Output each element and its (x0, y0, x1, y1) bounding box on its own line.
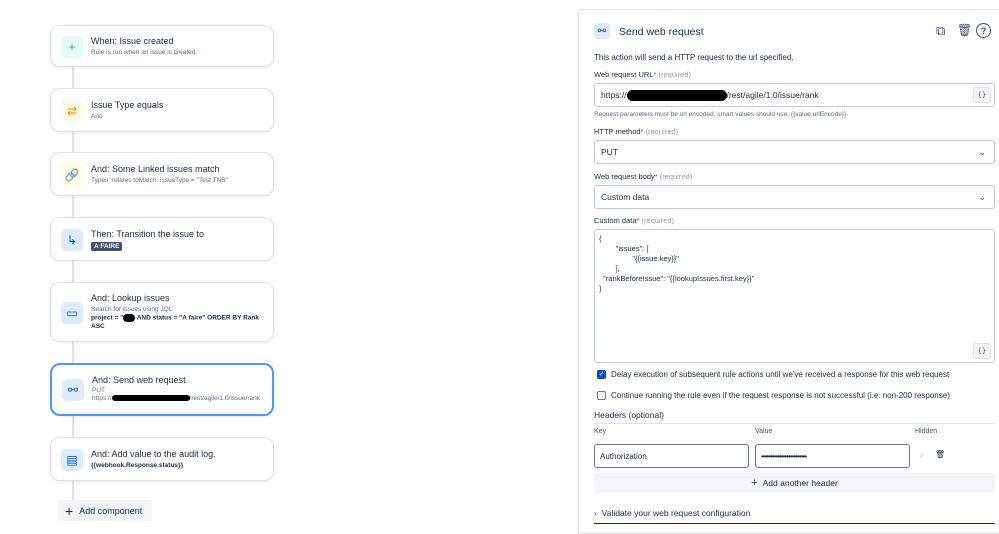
chevron-down-icon: ⌄ (978, 192, 986, 202)
custom-data-label: Custom data* (required) (594, 216, 675, 225)
chevron-down-icon: ⌄ (978, 147, 986, 157)
delete-icon[interactable]: 🗑 (957, 23, 972, 37)
component-title: And: Send web request (92, 375, 186, 385)
method-label: HTTP method* (required) (594, 127, 679, 136)
http-method-select[interactable]: PUT ⌄ (594, 140, 995, 164)
jql-query: project = " AND status = "A faire" ORDER… (91, 314, 260, 330)
headers-title: Headers (optional) (594, 410, 664, 420)
add-header-button[interactable]: + Add another header (594, 473, 995, 493)
header-key-input[interactable]: Authorization (594, 444, 749, 468)
delay-label: Delay execution of subsequent rule actio… (611, 370, 950, 379)
smart-value-button[interactable]: {} (973, 87, 991, 103)
check-icon[interactable]: ✓ (919, 451, 926, 460)
body-select[interactable]: Custom data ⌄ (594, 185, 995, 209)
code-line: } (599, 284, 602, 293)
component-subtitle: Ano (91, 113, 103, 120)
component-title: And: Some Linked issues match (91, 164, 220, 174)
redaction (626, 89, 727, 101)
copy-icon[interactable]: ⧉ (936, 23, 945, 39)
code-line: ], (599, 264, 620, 273)
add-header-label: Add another header (762, 478, 838, 488)
component-card-linked-issues[interactable]: 🔗 And: Some Linked issues match Types: r… (50, 152, 274, 196)
redaction (123, 314, 136, 322)
add-component-button[interactable]: + Add component (58, 500, 152, 521)
continue-checkbox[interactable] (597, 391, 606, 400)
delete-icon[interactable]: 🗑 (935, 450, 945, 459)
panel-description: This action will send a HTTP request to … (594, 53, 794, 62)
document-icon: ▤ (61, 449, 83, 471)
component-card-lookup[interactable]: ▭ And: Lookup issues Search for issues u… (50, 282, 274, 342)
component-subtitle: Rule is run when an issue is created. (91, 49, 198, 56)
rule-canvas: + When: Issue created Rule is run when a… (0, 0, 330, 534)
component-card-send-web-request[interactable]: ⚯ And: Send web request PUT https:///res… (50, 363, 274, 416)
chevron-right-icon: › (594, 508, 597, 518)
code-line: "rankBeforeIssue": "{{lookupIssues.first… (599, 274, 755, 283)
component-subtitle: Types: relates toMatch: issueType = "Tes… (91, 177, 229, 184)
code-line: "issues": [ (599, 244, 649, 253)
key-column-header: Key (594, 428, 607, 435)
component-card-audit-log[interactable]: ▤ And: Add value to the audit log. {{web… (50, 437, 274, 481)
monitor-icon: ▭ (61, 302, 83, 324)
component-title: When: Issue created (91, 36, 174, 46)
webhook-icon: ⚯ (594, 23, 610, 39)
add-component-label: Add component (79, 505, 143, 516)
component-url: https:///rest/agile/1.0/issue/rank (92, 395, 260, 402)
divider (594, 423, 995, 424)
validate-toggle[interactable]: › Validate your web request configuratio… (594, 508, 750, 518)
component-title: And: Add value to the audit log. (91, 449, 216, 459)
link-icon: 🔗 (61, 164, 83, 186)
url-help-text: Request parameters must be url encoded, … (594, 111, 849, 118)
shuffle-icon: ⇄ (61, 100, 83, 122)
plus-icon: + (65, 502, 74, 519)
status-lozenge: A FAIRE (91, 242, 123, 251)
url-label: Web request URL* (required) (594, 70, 692, 79)
validate-label: Validate your web request configuration (601, 508, 751, 518)
smart-value-button[interactable]: {} (973, 343, 991, 359)
hidden-column-header: Hidden (915, 428, 938, 435)
custom-data-textarea[interactable]: { "issues": [ "{{issue.key}}" ], "rankBe… (594, 229, 995, 363)
divider (594, 523, 995, 524)
component-title: Then: Transition the issue to (91, 229, 205, 239)
component-subtitle: Search for issues using JQL (91, 306, 173, 313)
delay-checkbox[interactable]: ✓ (597, 370, 606, 379)
component-method: PUT (92, 387, 105, 394)
component-card-trigger[interactable]: + When: Issue created Rule is run when a… (50, 25, 274, 67)
transition-icon: ↳ (61, 229, 83, 251)
panel-title: Send web request (619, 26, 704, 38)
plus-icon: + (751, 477, 758, 489)
component-title: And: Lookup issues (91, 293, 170, 303)
code-line: "{{issue.key}}" (599, 254, 679, 263)
value-column-header: Value (755, 428, 773, 435)
component-card-condition[interactable]: ⇄ Issue Type equals Ano (50, 88, 274, 132)
redaction (111, 395, 190, 402)
audit-value: {{webhook.Response.status}} (91, 462, 184, 469)
webhook-icon: ⚯ (62, 379, 84, 401)
continue-label: Continue running the rule even if the re… (611, 391, 950, 400)
url-input[interactable]: https:///rest/agile/1.0/issue/rank {} (594, 83, 995, 107)
body-label: Web request body* (required) (594, 172, 693, 181)
code-line: { (599, 234, 602, 243)
header-value-input[interactable]: ••••••••••••••••••••••••• (755, 444, 910, 468)
help-icon[interactable]: ? (976, 23, 991, 38)
component-title: Issue Type equals (91, 100, 164, 110)
component-card-transition[interactable]: ↳ Then: Transition the issue to A FAIRE (50, 217, 274, 261)
plus-icon: + (61, 36, 83, 58)
config-panel: ⚯ Send web request ⧉ 🗑 ? This action wil… (578, 9, 999, 534)
